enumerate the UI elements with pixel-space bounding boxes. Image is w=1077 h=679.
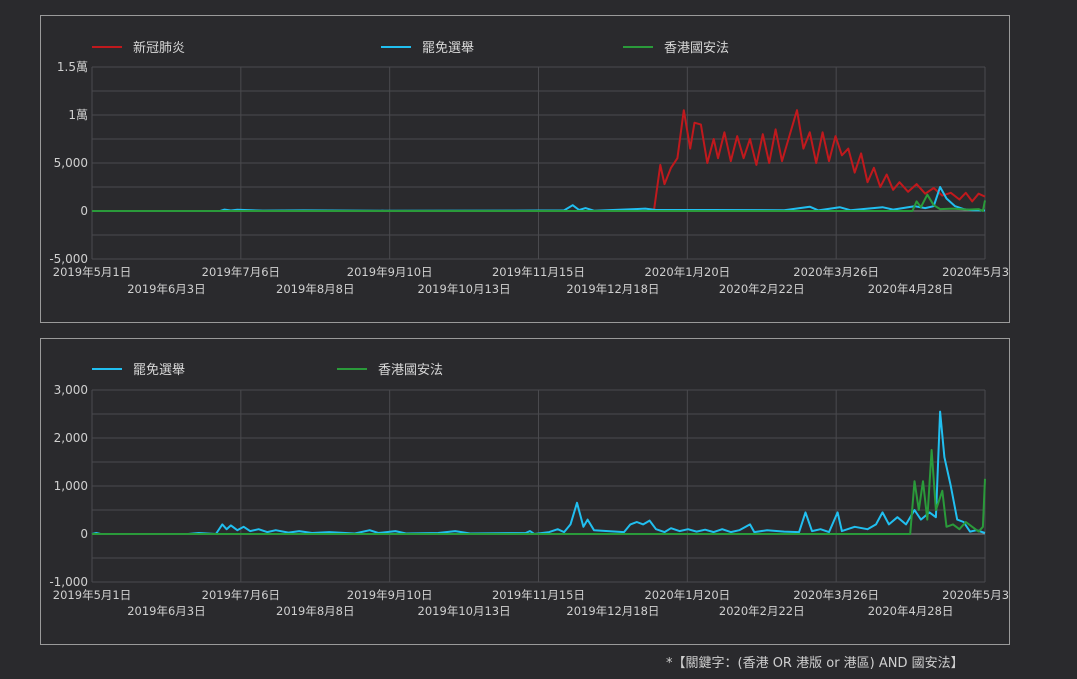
x-tick-label: 2020年3月26日: [793, 588, 879, 602]
x-tick-label: 2019年8月8日: [276, 604, 354, 618]
x-tick-label: 2020年1月20日: [644, 265, 730, 279]
x-tick-label: 2019年8月8日: [276, 282, 354, 296]
y-tick-label: 0: [80, 204, 88, 218]
x-tick-label: 2020年3月26日: [793, 265, 879, 279]
legend-label-recall: 罷免選舉: [133, 362, 185, 378]
line-chart-detail: 3,000 2,000 1,000 0 -1,0002019年5月1日 2019年6月3日…: [49, 362, 1009, 618]
x-tick-label: 2019年10月13日: [418, 604, 511, 618]
x-tick-label: 2019年10月13日: [418, 282, 511, 296]
line-chart-overview: 1.5萬 1萬 5,000 0 -5,0002019年5月1日 2019年6月3日 2019…: [49, 40, 1009, 296]
x-tick-label: 2019年7月6日: [202, 588, 280, 602]
y-tick-label: 1萬: [68, 108, 88, 122]
x-tick-label: 2020年4月28日: [868, 282, 954, 296]
x-tick-label: 2019年12月18日: [566, 604, 659, 618]
legend-label-recall: 罷免選舉: [422, 40, 474, 56]
x-tick-label: 2019年6月3日: [127, 604, 205, 618]
keyword-footnote: *【關鍵字：(香港 OR 港版 or 港區) AND 國安法】: [666, 656, 964, 671]
x-tick-label: 2020年2月22日: [719, 604, 805, 618]
legend-label-covid: 新冠肺炎: [133, 40, 185, 56]
x-tick-label: 2019年5月1日: [53, 588, 131, 602]
x-tick-label: 2019年12月18日: [566, 282, 659, 296]
x-tick-label: 2019年7月6日: [202, 265, 280, 279]
y-tick-label: 3,000: [54, 383, 88, 397]
x-tick-label: 2020年5月31日: [942, 265, 1009, 279]
chart-panel-overview: 1.5萬 1萬 5,000 0 -5,000 2019年5月1日 2019年6月3日 2019…: [40, 15, 1010, 323]
x-tick-label: 2019年9月10日: [347, 265, 433, 279]
y-tick-label: 1.5萬: [57, 60, 88, 74]
y-tick-label: -5,000: [49, 252, 88, 266]
x-tick-label: 2019年9月10日: [347, 588, 433, 602]
x-tick-label: 2020年4月28日: [868, 604, 954, 618]
x-tick-label: 2019年6月3日: [127, 282, 205, 296]
legend-label-nsl: 香港國安法: [664, 41, 729, 56]
x-tick-label: 2020年2月22日: [719, 282, 805, 296]
chart-panel-detail: 3,000 2,000 1,000 0 -1,000 2019年5月1日 2019年6月3日…: [40, 338, 1010, 645]
y-tick-label: 5,000: [54, 156, 88, 170]
y-tick-label: 1,000: [54, 479, 88, 493]
legend-label-nsl: 香港國安法: [378, 363, 443, 378]
x-tick-label: 2019年5月1日: [53, 265, 131, 279]
x-tick-label: 2019年11月15日: [492, 265, 585, 279]
y-tick-label: -1,000: [49, 575, 88, 589]
x-tick-label: 2019年11月15日: [492, 588, 585, 602]
x-tick-label: 2020年1月20日: [644, 588, 730, 602]
y-tick-label: 2,000: [54, 431, 88, 445]
y-tick-label: 0: [80, 527, 88, 541]
x-tick-label: 2020年5月31日: [942, 588, 1009, 602]
